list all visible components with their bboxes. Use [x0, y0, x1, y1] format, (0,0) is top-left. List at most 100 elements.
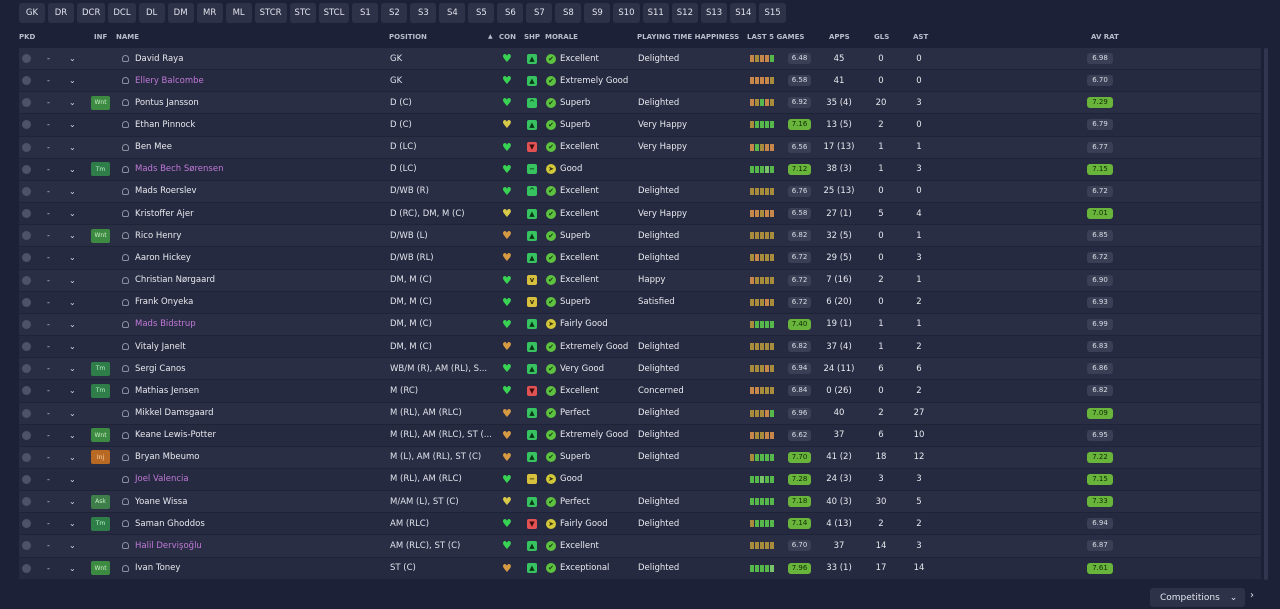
col-pkd[interactable]: PKD — [19, 33, 35, 41]
pkd-checkbox[interactable] — [19, 535, 33, 556]
table-row[interactable]: - ⌄ Mads Roerslev D/WB (R) ♥ ^ ✔ Excellent Delig… — [19, 181, 1261, 204]
col-morale[interactable]: MORALE — [545, 33, 578, 41]
chevron-down-icon[interactable]: ⌄ — [69, 380, 76, 401]
chevron-down-icon[interactable]: ⌄ — [69, 425, 76, 446]
scrollbar[interactable] — [1264, 48, 1268, 580]
col-name[interactable]: NAME — [116, 33, 139, 41]
player-name-link[interactable]: Rico Henry — [122, 225, 181, 246]
table-row[interactable]: - ⌄ Ethan Pinnock D (C) ♥ ▲ ✔ Superb Very Happy 7… — [19, 114, 1261, 137]
player-name-link[interactable]: Bryan Mbeumo — [122, 447, 199, 468]
filter-button-dcr[interactable]: DCR — [77, 3, 106, 23]
filter-button-stcr[interactable]: STCR — [254, 3, 287, 23]
pkd-checkbox[interactable] — [19, 558, 33, 579]
pkd-checkbox[interactable] — [19, 336, 33, 357]
chevron-down-icon[interactable]: ⌄ — [69, 114, 76, 135]
table-row[interactable]: - ⌄ Vitaly Janelt DM, M (C) ♥ ▲ ✔ Extremely Goo… — [19, 336, 1261, 359]
pkd-checkbox[interactable] — [19, 159, 33, 180]
filter-button-s7[interactable]: S7 — [526, 3, 553, 23]
filter-button-s3[interactable]: S3 — [410, 3, 437, 23]
chevron-down-icon[interactable]: ⌄ — [69, 203, 76, 224]
pkd-checkbox[interactable] — [19, 380, 33, 401]
player-name-link[interactable]: Mads Bech Sørensen — [122, 159, 223, 180]
player-name-link[interactable]: Ellery Balcombe — [122, 70, 204, 91]
table-row[interactable]: - ⌄ Frank Onyeka DM, M (C) ♥ v ✔ Superb Satisfie… — [19, 291, 1261, 314]
pkd-checkbox[interactable] — [19, 469, 33, 490]
player-name-link[interactable]: Ethan Pinnock — [122, 114, 195, 135]
selection-dash[interactable]: - — [47, 403, 50, 424]
selection-dash[interactable]: - — [47, 203, 50, 224]
pkd-checkbox[interactable] — [19, 247, 33, 268]
table-row[interactable]: - ⌄ Wnt Keane Lewis-Potter M (RL), AM (RLC),… — [19, 424, 1261, 447]
table-row[interactable]: - ⌄ Wnt Rico Henry D/WB (L) ♥ ▲ ✔ Superb Delighte… — [19, 225, 1261, 248]
pkd-checkbox[interactable] — [19, 70, 33, 91]
col-ast[interactable]: AST — [913, 33, 928, 41]
table-row[interactable]: - ⌄ Aaron Hickey D/WB (RL) ♥ ▲ ✔ Excellent Delig… — [19, 247, 1261, 270]
filter-button-s1[interactable]: S1 — [352, 3, 379, 23]
next-arrow-icon[interactable]: › — [1250, 590, 1254, 601]
chevron-down-icon[interactable]: ⌄ — [69, 491, 76, 512]
pkd-checkbox[interactable] — [19, 447, 33, 468]
competitions-dropdown[interactable]: Competitions ⌄ — [1150, 588, 1245, 607]
player-name-link[interactable]: Pontus Jansson — [122, 92, 199, 113]
table-row[interactable]: - ⌄ Tm Sergi Canos WB/M (R), AM (RL), S... ♥ ▲… — [19, 358, 1261, 381]
chevron-down-icon[interactable]: ⌄ — [69, 336, 76, 357]
col-avrat[interactable]: AV RAT — [1091, 33, 1119, 41]
col-shp[interactable]: SHP — [524, 33, 540, 41]
selection-dash[interactable]: - — [47, 270, 50, 291]
filter-button-stc[interactable]: STC — [289, 3, 316, 23]
player-name-link[interactable]: Kristoffer Ajer — [122, 203, 194, 224]
selection-dash[interactable]: - — [47, 491, 50, 512]
filter-button-s6[interactable]: S6 — [497, 3, 524, 23]
selection-dash[interactable]: - — [47, 137, 50, 158]
selection-dash[interactable]: - — [47, 314, 50, 335]
selection-dash[interactable]: - — [47, 380, 50, 401]
table-row[interactable]: - ⌄ Ask Yoane Wissa M/AM (L), ST (C) ♥ ▲ ✔ Perfe… — [19, 491, 1261, 514]
selection-dash[interactable]: - — [47, 336, 50, 357]
table-row[interactable]: - ⌄ David Raya GK ♥ ▲ ✔ Excellent Delighted 6.48 4… — [19, 48, 1261, 71]
chevron-down-icon[interactable]: ⌄ — [69, 92, 76, 113]
selection-dash[interactable]: - — [47, 181, 50, 202]
player-name-link[interactable]: David Raya — [122, 48, 183, 69]
pkd-checkbox[interactable] — [19, 425, 33, 446]
col-inf[interactable]: INF — [94, 33, 107, 41]
table-row[interactable]: - ⌄ Kristoffer Ajer D (RC), DM, M (C) ♥ ▲ ✔ Exc… — [19, 203, 1261, 226]
pkd-checkbox[interactable] — [19, 225, 33, 246]
col-playing-time[interactable]: PLAYING TIME HAPPINESS — [637, 33, 739, 41]
pkd-checkbox[interactable] — [19, 181, 33, 202]
chevron-down-icon[interactable]: ⌄ — [69, 403, 76, 424]
pkd-checkbox[interactable] — [19, 314, 33, 335]
selection-dash[interactable]: - — [47, 447, 50, 468]
chevron-down-icon[interactable]: ⌄ — [69, 314, 76, 335]
filter-button-s8[interactable]: S8 — [555, 3, 582, 23]
player-name-link[interactable]: Mikkel Damsgaard — [122, 403, 214, 424]
chevron-down-icon[interactable]: ⌄ — [69, 558, 76, 579]
pkd-checkbox[interactable] — [19, 292, 33, 313]
selection-dash[interactable]: - — [47, 159, 50, 180]
selection-dash[interactable]: - — [47, 114, 50, 135]
filter-button-s11[interactable]: S11 — [642, 3, 669, 23]
filter-button-mr[interactable]: MR — [196, 3, 223, 23]
pkd-checkbox[interactable] — [19, 203, 33, 224]
filter-button-s10[interactable]: S10 — [613, 3, 640, 23]
filter-button-s4[interactable]: S4 — [439, 3, 466, 23]
player-name-link[interactable]: Ben Mee — [122, 137, 172, 158]
filter-button-s14[interactable]: S14 — [730, 3, 757, 23]
col-gls[interactable]: GLS — [874, 33, 889, 41]
pkd-checkbox[interactable] — [19, 513, 33, 534]
pkd-checkbox[interactable] — [19, 403, 33, 424]
player-name-link[interactable]: Sergi Canos — [122, 358, 186, 379]
table-row[interactable]: - ⌄ Ben Mee D (LC) ♥ ▼ ✔ Excellent Very Happy 6.5… — [19, 137, 1261, 159]
chevron-down-icon[interactable]: ⌄ — [69, 270, 76, 291]
filter-button-ml[interactable]: ML — [225, 3, 252, 23]
table-row[interactable]: - ⌄ Halil Dervişoğlu AM (RLC), ST (C) ♥ ▲ ✔ Exc… — [19, 535, 1261, 558]
filter-button-dm[interactable]: DM — [167, 3, 194, 23]
selection-dash[interactable]: - — [47, 358, 50, 379]
filter-button-s5[interactable]: S5 — [468, 3, 495, 23]
filter-button-dr[interactable]: DR — [48, 3, 74, 23]
selection-dash[interactable]: - — [47, 70, 50, 91]
selection-dash[interactable]: - — [47, 292, 50, 313]
table-row[interactable]: - ⌄ Ellery Balcombe GK ♥ ▲ ✔ Extremely Good 6.58… — [19, 70, 1261, 93]
player-name-link[interactable]: Mads Bidstrup — [122, 314, 196, 335]
table-row[interactable]: - ⌄ Tm Saman Ghoddos AM (RLC) ♥ ▼ ➤ Fairly Good D… — [19, 513, 1261, 536]
chevron-down-icon[interactable]: ⌄ — [69, 137, 76, 158]
